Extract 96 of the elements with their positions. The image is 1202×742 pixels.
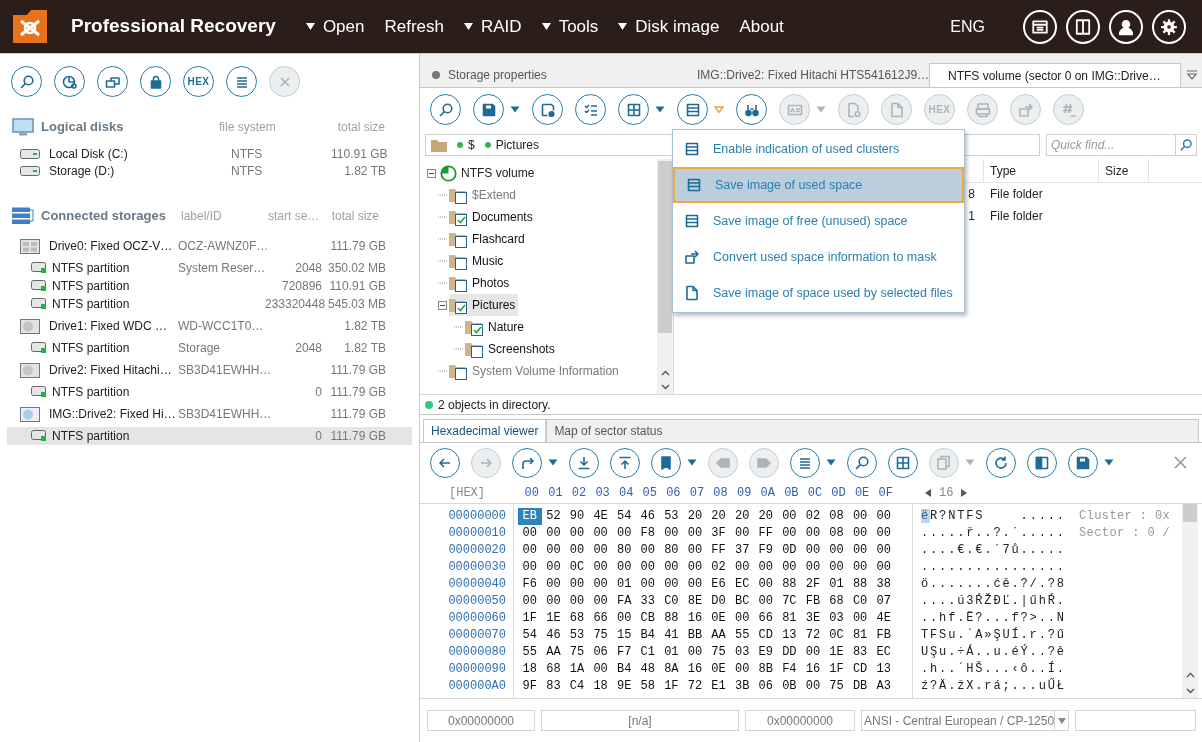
text-dump: .....ř..?.˙..... xyxy=(921,526,1066,540)
app-title: Professional Recovery xyxy=(71,14,276,39)
row-offset: 00000020 xyxy=(448,543,506,557)
column-header: 05 xyxy=(641,484,658,502)
storage-name: NTFS partition xyxy=(52,384,131,401)
label-id: Storage xyxy=(178,341,221,355)
column-header: 07 xyxy=(688,484,706,502)
total-size: 350.02 MB xyxy=(327,261,386,275)
text-dump: ....ú3ŔŽĐĽ.|űhŔ. xyxy=(921,594,1066,608)
text-dump: ..hf.Ë?...f?>..N xyxy=(921,611,1066,625)
start-sector: 233320448 xyxy=(265,297,326,311)
info-field: 0x00000000 xyxy=(427,710,535,731)
column-header: 04 xyxy=(617,484,635,502)
column-header: 01 xyxy=(547,484,564,502)
row-offset: 00000070 xyxy=(448,628,506,642)
total-size: 111.79 GB xyxy=(330,407,386,421)
label-id: System Reser… xyxy=(178,261,266,275)
row-offset: 000000A0 xyxy=(448,679,506,693)
file-system: NTFS xyxy=(231,145,264,163)
row-offset: 00000080 xyxy=(448,645,506,659)
start-sector: 2048 xyxy=(295,341,322,355)
column-header: 0F xyxy=(877,484,894,502)
total-size: 111.79 GB xyxy=(330,385,386,399)
text-dump: .h..´HŠ...‹ô..Í. xyxy=(921,662,1066,676)
row-offset: 00000040 xyxy=(448,577,506,591)
storage-name: Drive0: Fixed OCZ-V… xyxy=(49,238,174,255)
total-size: 111.79 GB xyxy=(330,429,386,443)
table-cell: 8 xyxy=(968,187,975,201)
start-sector: 2048 xyxy=(295,261,322,275)
storage-name: IMG::Drive2: Fixed Hi… xyxy=(49,406,177,423)
text-dump: TFSu.´A»ŞUÍ.r.?ű xyxy=(921,628,1066,642)
text-dump: ....€.€.˙7ů..... xyxy=(921,543,1066,557)
info-field: 0x00000000 xyxy=(745,710,855,731)
column-header: total size xyxy=(330,208,379,225)
storage-name: NTFS partition xyxy=(52,296,131,313)
column-header: 09 xyxy=(735,484,753,502)
column-header: 08 xyxy=(712,484,729,502)
total-size: 110.91 GB xyxy=(329,279,386,293)
info-field: [n/a] xyxy=(541,710,739,731)
start-sector: 0 xyxy=(315,385,322,399)
section-title: Logical disks xyxy=(41,118,125,137)
total-size: 110.91 GB xyxy=(331,145,386,163)
column-header: 00 xyxy=(523,484,540,502)
total-size: 111.79 GB xyxy=(330,363,386,377)
column-header: 06 xyxy=(665,484,682,502)
total-size: 545.03 MB xyxy=(327,297,386,311)
label-id: WD-WCC1T0… xyxy=(178,319,264,333)
row-offset: 00000000 xyxy=(448,509,506,523)
storage-name: Drive1: Fixed WDC … xyxy=(49,318,168,335)
column-header: 03 xyxy=(594,484,611,502)
column-header: file system xyxy=(219,119,277,136)
info-text: Sector : 0 / xyxy=(1079,526,1171,540)
row-offset: 00000010 xyxy=(448,526,506,540)
storage-name: NTFS partition xyxy=(52,340,131,357)
column-header: 0C xyxy=(806,484,824,502)
text-dump: ëR?NTFS ..... xyxy=(921,509,1066,523)
text-dump: ź?Ä.žX.rá;...uŰŁ xyxy=(921,679,1066,693)
info-text: Cluster : 0x xyxy=(1079,509,1171,523)
column-header: 0B xyxy=(783,484,800,502)
column-header: 0E xyxy=(853,484,871,502)
table-cell: 1 xyxy=(968,209,975,223)
table-cell-text: File folder xyxy=(989,208,1043,225)
column-header: 02 xyxy=(570,484,588,502)
disk-name: Local Disk (C:) xyxy=(49,145,129,163)
table-cell-text: File folder xyxy=(989,186,1043,203)
storage-name: Drive2: Fixed Hitachi… xyxy=(49,362,173,379)
row-offset: 00000060 xyxy=(448,611,506,625)
label-id: OCZ-AWNZ0F… xyxy=(178,239,269,253)
row-offset: 00000030 xyxy=(448,560,506,574)
bytes-per-row-text: 16 xyxy=(939,484,954,502)
text-dump: UŞu.÷Á..u.éÝ..?ě xyxy=(921,645,1066,659)
text-dump: ................ xyxy=(921,560,1066,574)
total-size: 111.79 GB xyxy=(330,239,386,253)
column-header: 0A xyxy=(759,484,776,502)
column-header: label/ID xyxy=(181,208,223,225)
storage-name: NTFS partition xyxy=(52,260,131,277)
total-size: 1.82 TB xyxy=(344,341,386,355)
storage-name: NTFS partition xyxy=(52,278,131,295)
column-header: 0D xyxy=(830,484,847,502)
total-size: 1.82 TB xyxy=(343,162,386,180)
column-header: total size xyxy=(336,119,385,136)
disk-name: Storage (D:) xyxy=(49,162,116,180)
start-sector: 0 xyxy=(315,429,322,443)
column-header: start se… xyxy=(268,208,321,225)
file-system: NTFS xyxy=(231,162,264,180)
storage-name: NTFS partition xyxy=(52,428,131,445)
row-offset: 00000050 xyxy=(448,594,506,608)
label-id: SB3D41EWHH… xyxy=(178,407,272,421)
section-title: Connected storages xyxy=(41,207,167,226)
text-dump: ö.......ćě.?/.?8 xyxy=(921,577,1066,591)
hex-corner-label: [HEX] xyxy=(448,484,486,502)
row-offset: 00000090 xyxy=(448,662,506,676)
status-text: 2 objects in directory. xyxy=(438,396,551,414)
label-id: SB3D41EWHH… xyxy=(178,363,272,377)
start-sector: 720896 xyxy=(281,279,322,293)
total-size: 1.82 TB xyxy=(344,319,386,333)
